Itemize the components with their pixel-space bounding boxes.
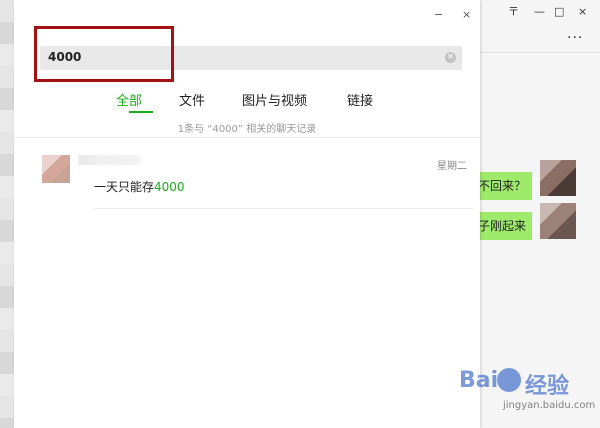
more-options-button[interactable]: ··· bbox=[567, 30, 583, 46]
chat-bubble: 不回来？ bbox=[447, 162, 533, 210]
watermark-logo: Bai 经验 jingyan.baidu.com bbox=[455, 360, 595, 420]
chat-header-divider bbox=[480, 52, 600, 53]
clear-search-icon[interactable]: × bbox=[445, 52, 456, 63]
avatar bbox=[42, 155, 70, 183]
watermark-brand: Bai bbox=[459, 368, 499, 393]
contact-name-blurred bbox=[78, 155, 140, 165]
message-text: 一天只能存 bbox=[94, 180, 155, 194]
result-date: 星期二 bbox=[437, 161, 467, 172]
paw-icon bbox=[497, 368, 521, 392]
tab-files[interactable]: 文件 bbox=[179, 90, 205, 109]
chat-titlebar: 〒 — □ × bbox=[480, 0, 600, 28]
minimize-popup-button[interactable]: − bbox=[434, 8, 443, 21]
tab-images-videos[interactable]: 图片与视频 bbox=[242, 90, 307, 109]
tab-all[interactable]: 全部 bbox=[116, 90, 142, 109]
search-popup: − × 4000 × 全部 文件 图片与视频 链接 1条与 “4000” 相关的… bbox=[14, 0, 480, 428]
watermark-brand-2: 经验 bbox=[525, 374, 570, 399]
search-result-item[interactable]: 星期二 一天只能存4000 bbox=[42, 150, 474, 209]
active-tab-indicator bbox=[129, 111, 153, 113]
maximize-button[interactable]: □ bbox=[554, 5, 564, 19]
result-message: 一天只能存4000 bbox=[94, 178, 185, 195]
avatar[interactable] bbox=[540, 160, 576, 196]
chat-bubble: 子刚起来 bbox=[447, 202, 533, 250]
message-match-highlight: 4000 bbox=[154, 180, 185, 194]
divider bbox=[94, 208, 474, 209]
close-window-button[interactable]: × bbox=[578, 5, 587, 19]
divider bbox=[14, 137, 480, 138]
minimize-button[interactable]: — bbox=[534, 5, 545, 19]
tab-links[interactable]: 链接 bbox=[347, 90, 373, 109]
pin-icon[interactable]: 〒 bbox=[508, 5, 519, 19]
chat-list-sidebar bbox=[0, 0, 14, 428]
result-summary: 1条与 “4000” 相关的聊天记录 bbox=[177, 124, 317, 135]
watermark-url: jingyan.baidu.com bbox=[503, 400, 596, 411]
close-popup-button[interactable]: × bbox=[462, 8, 471, 21]
search-tabs: 全部 文件 图片与视频 链接 bbox=[14, 90, 480, 113]
annotation-highlight-box bbox=[34, 26, 174, 82]
avatar[interactable] bbox=[540, 203, 576, 239]
